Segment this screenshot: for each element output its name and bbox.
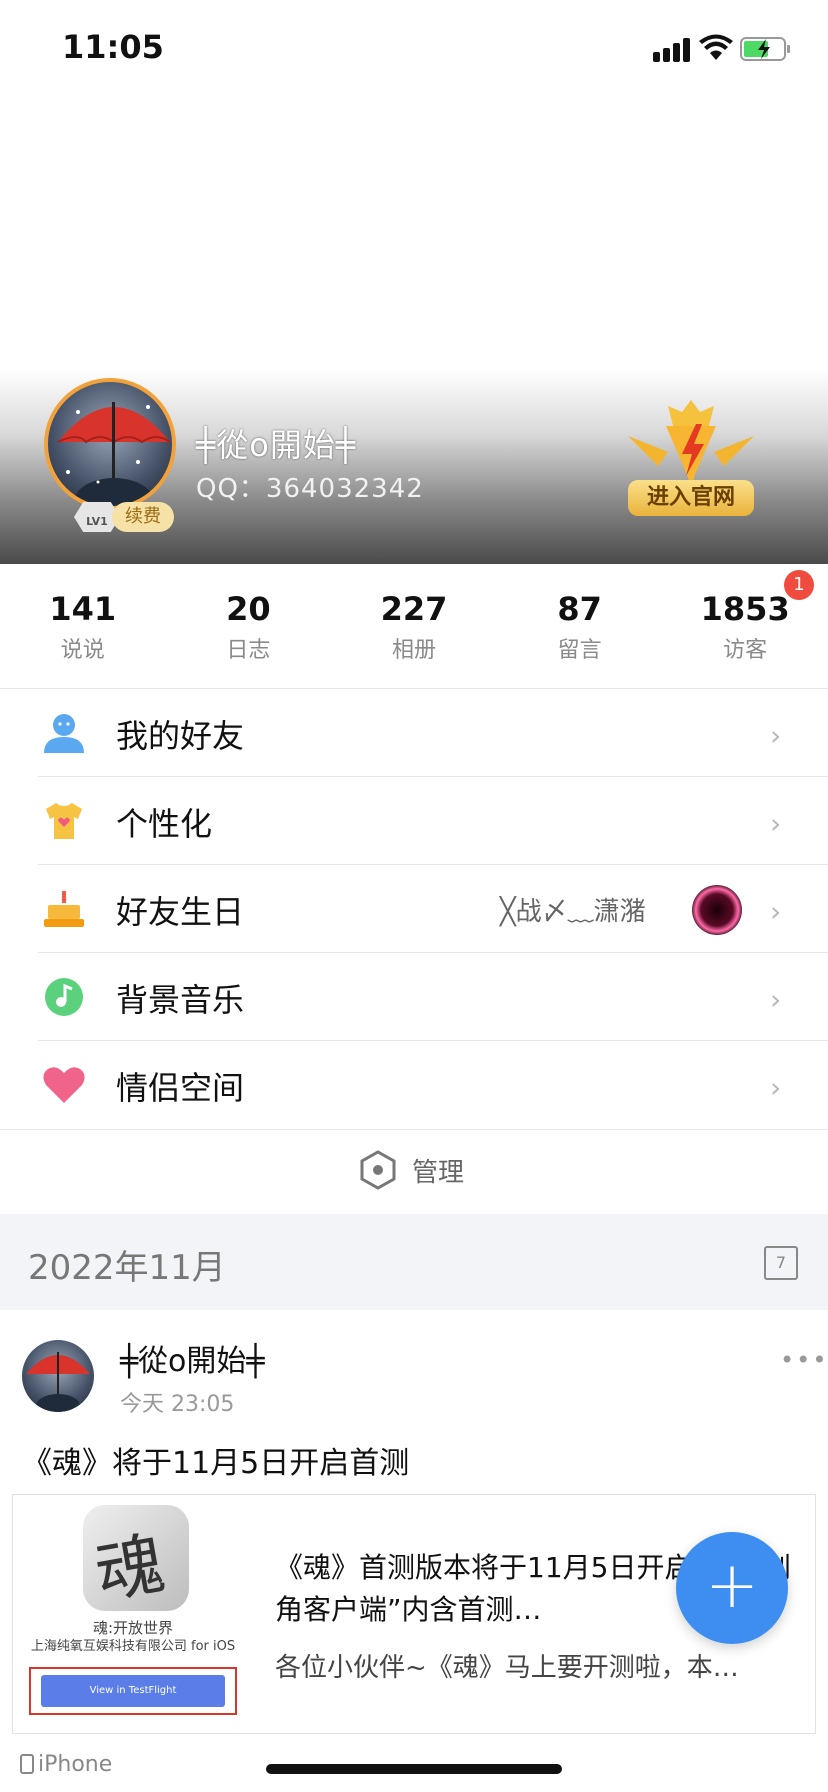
stat-messages[interactable]: 87 留言 — [497, 564, 663, 688]
calendar-icon[interactable]: 7 — [764, 1246, 798, 1280]
birthday-friend-name: ╳战〆﹏潇潴 — [500, 897, 646, 927]
chevron-right-icon: › — [770, 983, 782, 1016]
umbrella-image — [26, 1352, 90, 1412]
stat-value: 141 — [49, 590, 117, 628]
post-author-avatar[interactable] — [22, 1340, 94, 1412]
menu-item-label: 个性化 — [116, 805, 213, 843]
level-badge[interactable]: LV1 续费 — [64, 498, 204, 532]
phone-icon — [20, 1754, 34, 1774]
menu-item-friends[interactable]: 我的好友 › — [0, 689, 828, 777]
lightning-crown-icon — [628, 400, 754, 488]
qzone-profile-screen: 11:05 LV1 续费 ╪從ο開始╪ QQ：364032342 进入官网 14… — [0, 0, 828, 1792]
home-indicator[interactable] — [266, 1764, 562, 1774]
post-text: 《魂》将于11月5日开启首测 — [22, 1446, 410, 1481]
more-options-icon[interactable]: ••• — [780, 1346, 828, 1374]
status-bar: 11:05 — [0, 0, 828, 100]
avatar[interactable] — [44, 378, 176, 510]
post-author-name[interactable]: ╪從ο開始╪ — [120, 1336, 264, 1380]
stats-bar: 141 说说 20 日志 227 相册 87 留言 1853 访客 1 — [0, 564, 828, 688]
stat-album[interactable]: 227 相册 — [331, 564, 497, 688]
battery-charging-icon — [740, 37, 790, 61]
menu-item-personalize[interactable]: 个性化 › — [0, 777, 828, 865]
wifi-icon — [699, 34, 733, 60]
menu-item-couple-space[interactable]: 情侣空间 › — [0, 1041, 828, 1129]
testflight-highlight: View in TestFlight — [29, 1667, 237, 1715]
cellular-signal-icon — [653, 36, 691, 62]
menu-item-label: 背景音乐 — [116, 981, 245, 1019]
chevron-right-icon: › — [770, 719, 782, 752]
music-icon — [45, 978, 83, 1016]
stat-label: 说说 — [60, 638, 105, 663]
menu-item-music[interactable]: 背景音乐 › — [0, 953, 828, 1041]
app-icon: 魂 — [83, 1505, 189, 1611]
chevron-right-icon: › — [770, 807, 782, 840]
cake-icon — [44, 891, 84, 927]
stat-label: 留言 — [557, 638, 602, 663]
stat-value: 20 — [226, 590, 271, 628]
stat-value: 87 — [557, 590, 602, 628]
stat-value: 227 — [380, 590, 448, 628]
profile-header: LV1 续费 ╪從ο開始╪ QQ：364032342 进入官网 — [0, 100, 828, 564]
month-section-header: 2022年11月 7 — [0, 1214, 828, 1310]
post-device: iPhone — [20, 1752, 112, 1777]
menu-item-label: 情侣空间 — [116, 1069, 245, 1107]
stat-visitors[interactable]: 1853 访客 1 — [662, 564, 828, 688]
official-site-label: 进入官网 — [628, 480, 754, 516]
post-timestamp: 今天 23:05 — [120, 1392, 235, 1417]
stat-label: 访客 — [723, 638, 768, 663]
stat-shuoshuo[interactable]: 141 说说 — [0, 564, 166, 688]
device-label: iPhone — [38, 1752, 113, 1777]
shirt-icon — [46, 803, 82, 839]
app-icon-glyph: 魂 — [89, 1524, 171, 1611]
umbrella-image — [57, 402, 171, 506]
month-label: 2022年11月 — [28, 1248, 226, 1288]
testflight-button: View in TestFlight — [41, 1675, 225, 1707]
friend-icon — [44, 714, 84, 753]
calendar-day: 7 — [775, 1253, 787, 1272]
app-developer: 上海纯氧互娱科技有限公司 for iOS — [30, 1639, 236, 1654]
official-site-button[interactable]: 进入官网 — [618, 396, 764, 526]
manage-label: 管理 — [412, 1158, 465, 1188]
menu-item-label: 我的好友 — [116, 717, 245, 755]
stat-blog[interactable]: 20 日志 — [166, 564, 332, 688]
chevron-right-icon: › — [770, 1071, 782, 1104]
status-time: 11:05 — [62, 28, 164, 66]
profile-qq-number: QQ：364032342 — [196, 474, 424, 504]
shared-link-thumbnail: 魂 魂:开放世界 上海纯氧互娱科技有限公司 for iOS View in Te… — [13, 1495, 253, 1735]
stat-label: 日志 — [226, 638, 271, 663]
renew-button[interactable]: 续费 — [112, 502, 174, 532]
menu-item-label: 好友生日 — [116, 893, 245, 931]
profile-avatar-container[interactable]: LV1 续费 — [44, 378, 176, 532]
menu-item-birthday[interactable]: 好友生日 ╳战〆﹏潇潴 › — [0, 865, 828, 953]
visitor-badge: 1 — [783, 570, 814, 600]
heart-icon — [43, 1067, 85, 1103]
menu-list: 我的好友 › 个性化 › 好友生日 ╳战〆﹏潇潴 › 背景音乐 › 情侣空间 › — [0, 688, 828, 1130]
stat-label: 相册 — [391, 638, 436, 663]
manage-button[interactable]: 管理 — [0, 1128, 828, 1214]
chevron-right-icon: › — [770, 895, 782, 928]
shared-link-description: 各位小伙伴~《魂》马上要开测啦，本… — [275, 1653, 739, 1683]
profile-nickname: ╪從ο開始╪ — [196, 426, 357, 464]
compose-fab-button[interactable]: + — [676, 1532, 788, 1644]
birthday-friend-avatar — [692, 885, 742, 935]
settings-hexagon-icon — [360, 1150, 396, 1190]
